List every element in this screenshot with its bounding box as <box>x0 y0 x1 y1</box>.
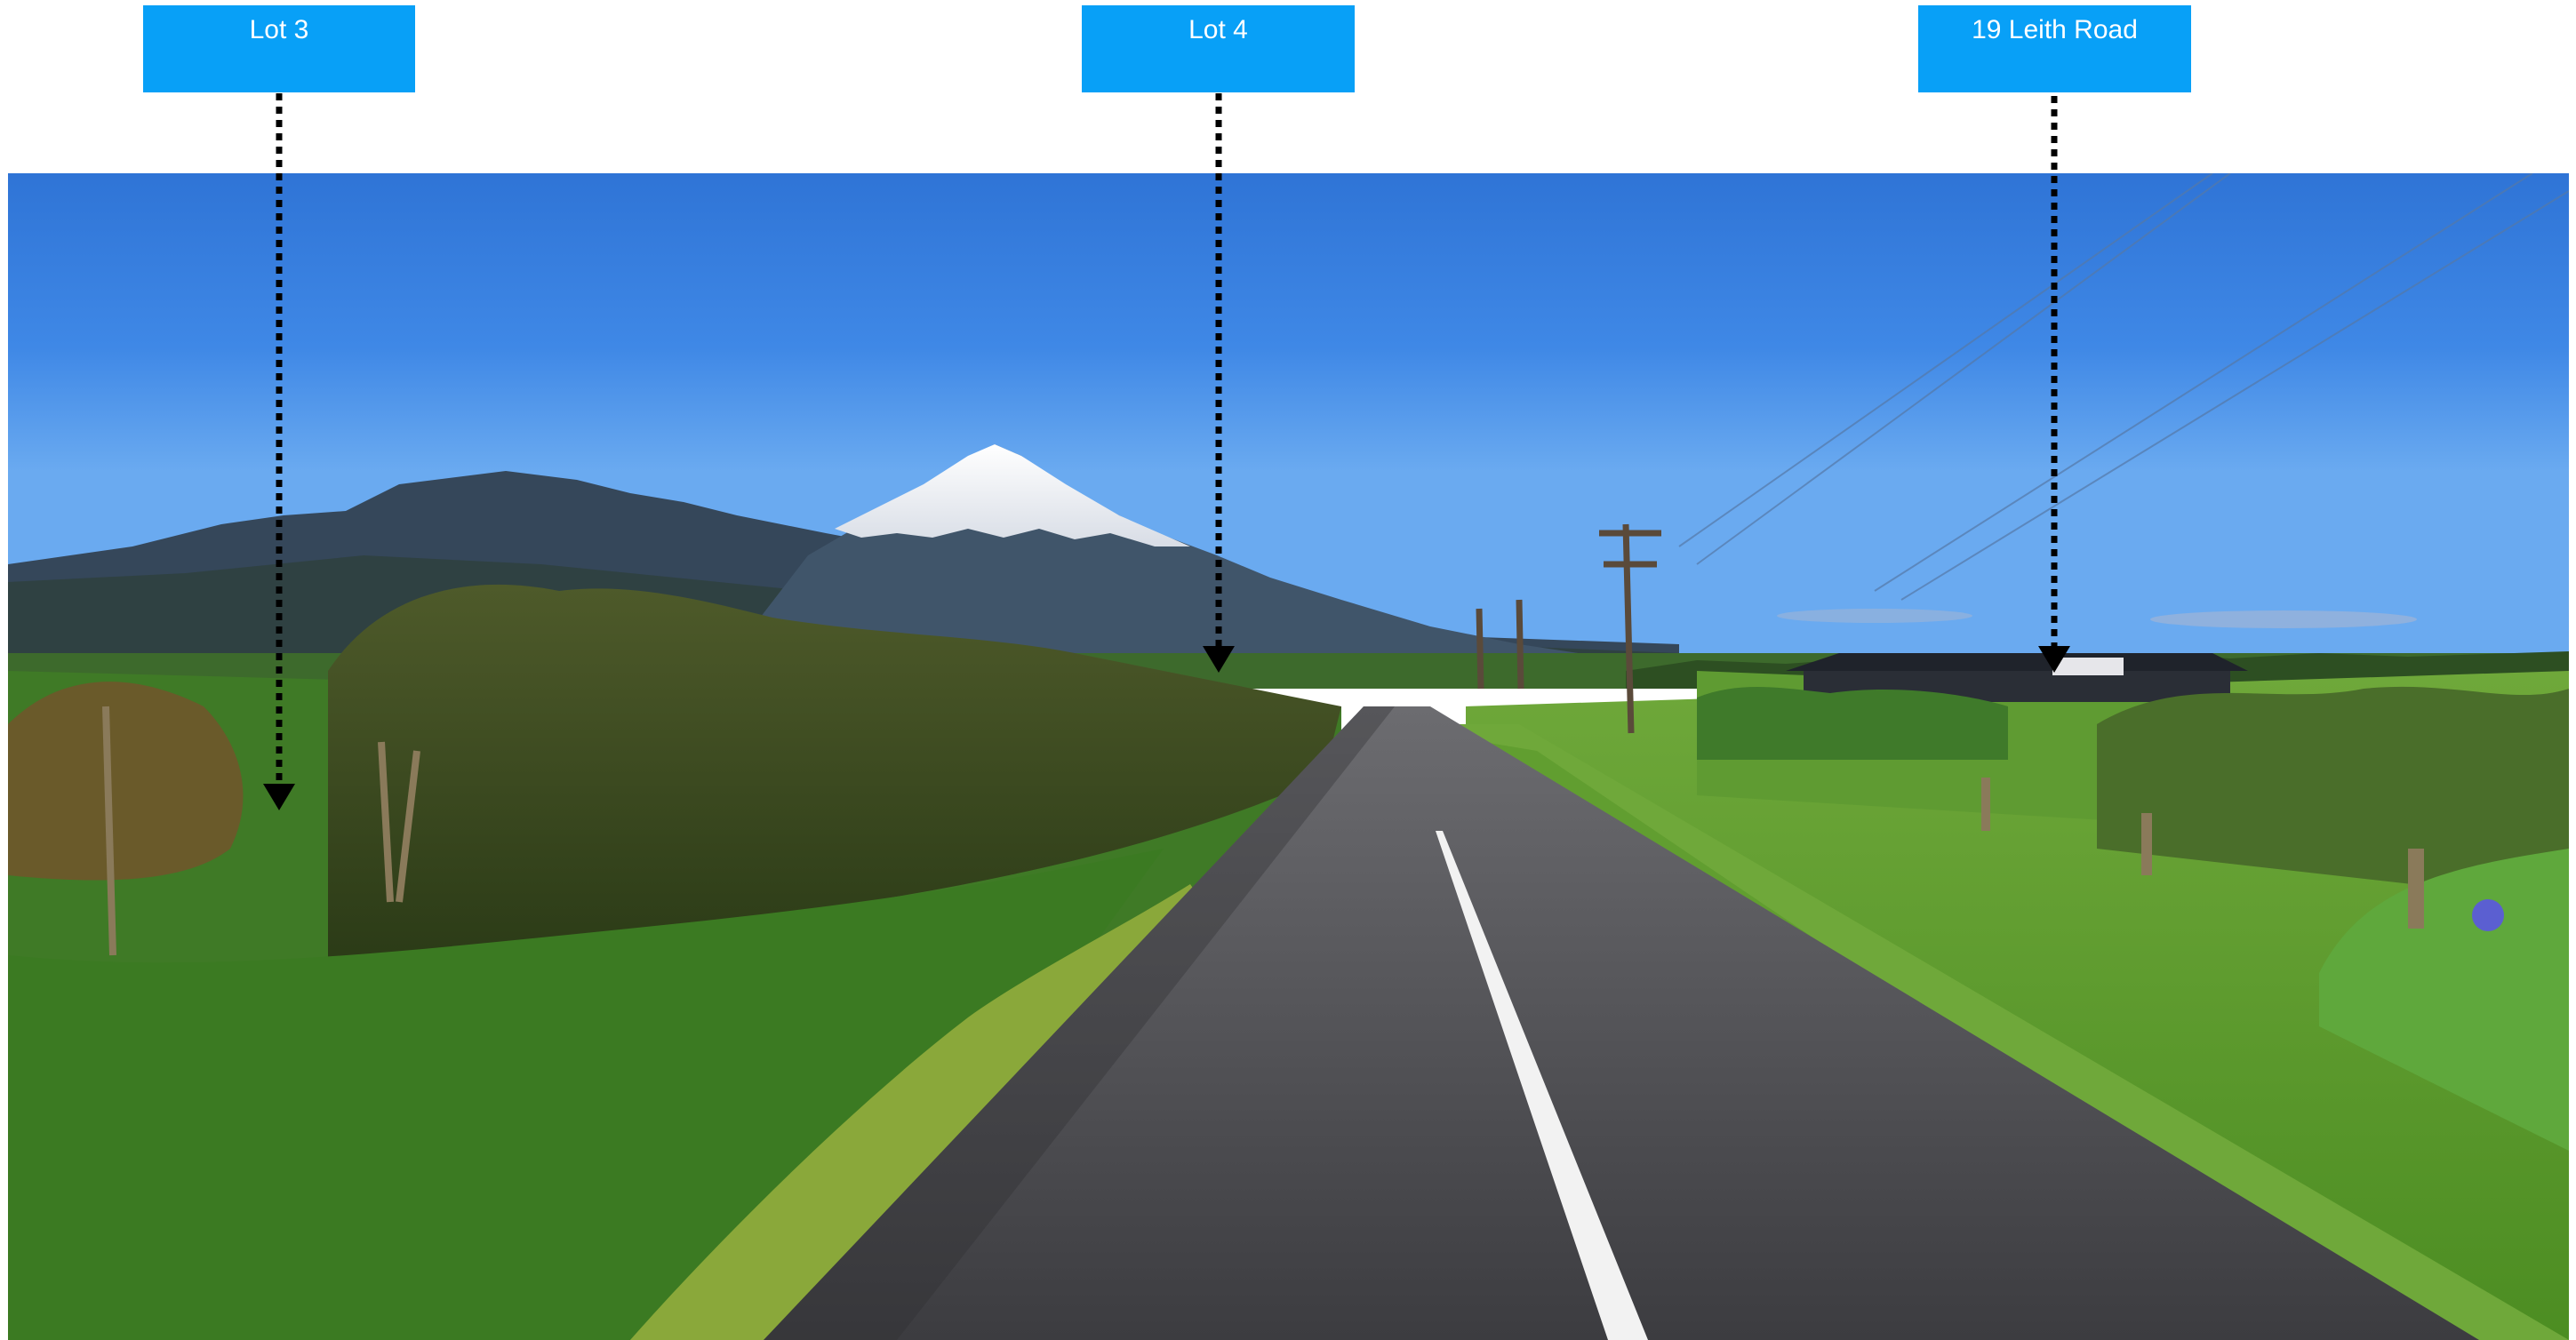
lot-4-label: Lot 4 <box>1082 5 1355 92</box>
lot-3-label: Lot 3 <box>143 5 415 92</box>
leith-road-label: 19 Leith Road <box>1918 5 2191 92</box>
landscape-photo <box>8 173 2569 1340</box>
